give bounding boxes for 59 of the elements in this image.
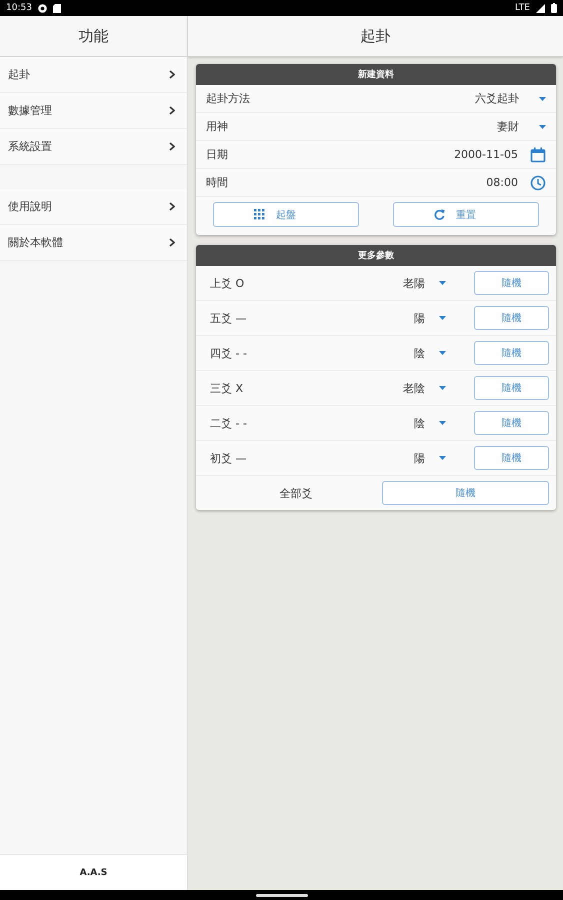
chevron-icon (169, 142, 175, 151)
sd-card-icon (52, 4, 61, 12)
chevron-icon (169, 238, 175, 247)
menu-item[interactable]: 起卦 (0, 57, 187, 93)
signal-icon (536, 4, 545, 12)
menu-item[interactable]: 系統設置 (0, 129, 187, 165)
caret-icon (439, 386, 446, 390)
network-type: LTE (515, 3, 530, 13)
date-value[interactable]: 2000-11-05 (454, 148, 518, 161)
battery-icon (551, 3, 557, 13)
dropdown-field[interactable]: 老陽 (403, 276, 446, 290)
line-label: 二爻 - - (210, 416, 248, 430)
home-handle (256, 894, 308, 896)
calendar-icon[interactable] (530, 146, 546, 162)
caret-icon (439, 351, 446, 355)
field-label: 日期 (206, 147, 229, 162)
dropdown-field[interactable]: 老陰 (403, 380, 446, 396)
menu-item[interactable]: 關於本軟體 (0, 225, 187, 261)
clock: 10:53 (6, 3, 32, 13)
line-label: 五爻 — (210, 310, 248, 326)
caret-icon (439, 421, 446, 425)
time-value[interactable]: 08:00 (486, 176, 518, 189)
dropdown-field[interactable]: 起卦方法 六爻起卦 (196, 85, 556, 113)
menu-label: 使用說明 (8, 199, 52, 214)
field-label: 起卦方法 (206, 91, 251, 106)
menu-label: 數據管理 (8, 103, 52, 118)
line-label: 上爻 O (210, 276, 246, 290)
menu-label: 系統設置 (8, 139, 52, 154)
dropdown-field[interactable]: 陰 (414, 416, 446, 430)
line-label: 四爻 - - (210, 346, 248, 360)
grid-icon (254, 209, 265, 220)
caret-icon (539, 124, 546, 128)
dropdown-field[interactable]: 陽 (414, 450, 446, 466)
menu-item[interactable]: 數據管理 (0, 93, 187, 129)
card-title: 更多參數 (196, 245, 556, 266)
menu-label: 起卦 (8, 67, 30, 82)
footer-label: A.A.S (0, 854, 187, 890)
menu-item[interactable]: 使用說明 (0, 189, 187, 225)
caret-icon (539, 96, 546, 100)
dropdown-field[interactable]: 陽 (414, 310, 446, 326)
menu-label: 關於本軟體 (8, 235, 63, 250)
page-title: 起卦 (188, 16, 563, 57)
card-title: 新建資料 (196, 64, 556, 85)
clock-icon[interactable] (530, 174, 546, 190)
dropdown-field[interactable]: 陰 (414, 346, 446, 360)
chevron-icon (169, 202, 175, 211)
field-label: 時間 (206, 175, 229, 190)
chevron-icon (169, 106, 175, 115)
chevron-icon (169, 70, 175, 79)
notification-icon (38, 4, 47, 12)
caret-icon (439, 281, 446, 285)
dropdown-field[interactable]: 用神 妻財 (196, 113, 556, 141)
line-label: 初爻 — (210, 450, 248, 466)
refresh-icon (434, 209, 445, 220)
caret-icon (439, 456, 446, 460)
caret-icon (439, 316, 446, 320)
line-label: 三爻 X (210, 380, 244, 396)
all-lines-label: 全部爻 (278, 486, 314, 500)
field-label: 用神 (206, 119, 229, 134)
